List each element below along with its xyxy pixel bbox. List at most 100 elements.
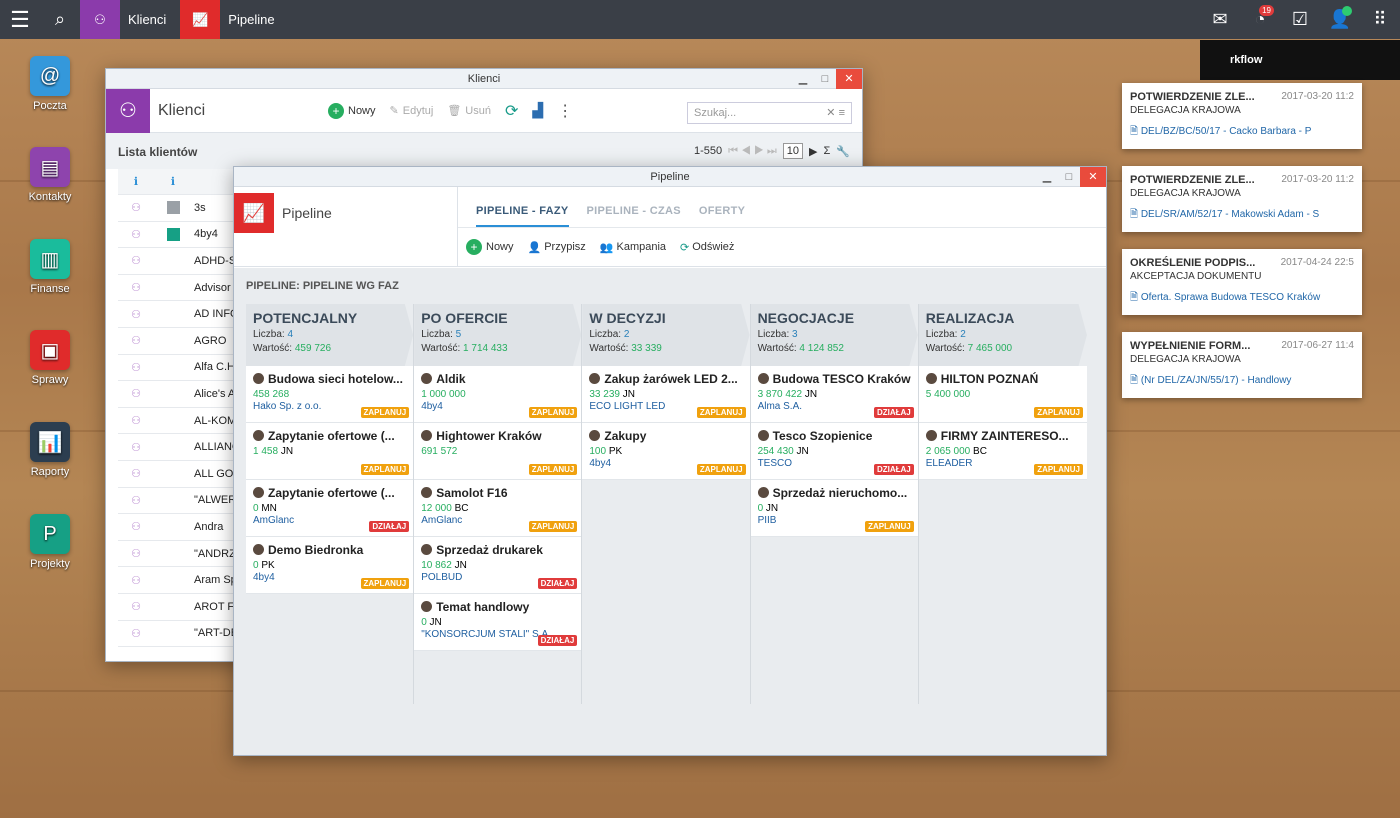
tab-oferty[interactable]: OFERTY bbox=[699, 205, 745, 227]
chart-icon[interactable]: ▟ bbox=[532, 102, 543, 119]
status-badge[interactable]: DZIAŁAJ bbox=[873, 407, 914, 418]
column-header: W DECYZJI Liczba: 2 Wartość: 33 339 bbox=[582, 304, 750, 366]
deal-amount: 0 bbox=[757, 503, 764, 514]
deal-unit: JN bbox=[454, 560, 467, 571]
sum-icon[interactable]: Σ bbox=[823, 145, 830, 157]
mail-icon[interactable]: ✉ bbox=[1200, 0, 1240, 39]
campaign-button[interactable]: 👥 Kampania bbox=[600, 241, 666, 254]
workflow-item[interactable]: POTWIERDZENIE ZLE... 2017-03-20 11:2 DELEG… bbox=[1122, 83, 1362, 149]
maximize-icon[interactable]: □ bbox=[814, 69, 836, 89]
refresh-icon[interactable]: ⟳ bbox=[505, 101, 518, 121]
deal-card[interactable]: Zakupy 100 PK 4by4 ZAPLANUJ bbox=[582, 423, 750, 480]
pipeline-titlebar[interactable]: Pipeline ▁ □ ✕ bbox=[234, 167, 1106, 187]
client-name: 4by4 bbox=[194, 228, 218, 241]
deal-card[interactable]: HILTON POZNAŃ 5 400 000 ZAPLANUJ bbox=[918, 366, 1087, 423]
deal-card[interactable]: Temat handlowy 0 JN "KONSORCJUM STALI" S.A… bbox=[414, 594, 582, 651]
status-badge[interactable]: DZIAŁAJ bbox=[369, 521, 410, 532]
more-options-icon[interactable]: ⋮ bbox=[557, 101, 573, 121]
desktop-poczta[interactable]: @ Poczta bbox=[20, 56, 80, 112]
deal-card[interactable]: Budowa TESCO Kraków 3 870 422 JN Alma S.A.… bbox=[750, 366, 918, 423]
wf-link[interactable]: 🗎 DEL/SR/AM/52/17 - Makowski Adam - S bbox=[1130, 207, 1354, 224]
status-badge[interactable]: ZAPLANUJ bbox=[360, 578, 410, 589]
wrench-icon[interactable]: 🔧 bbox=[836, 145, 850, 158]
deal-card[interactable]: Zapytanie ofertowe (... 0 MN AmGlanc DZIAŁA… bbox=[246, 480, 414, 537]
wf-link[interactable]: 🗎 DEL/BZ/BC/50/17 - Cacko Barbara - P bbox=[1130, 124, 1354, 141]
grid-menu-icon[interactable]: ⠿ bbox=[1360, 0, 1400, 39]
workflow-item[interactable]: OKREŚLENIE PODPIS... 2017-04-24 22:5 AKCEP… bbox=[1122, 249, 1362, 315]
count-label: Liczba: bbox=[925, 329, 958, 340]
taskbar-pipeline[interactable]: 📈 Pipeline bbox=[180, 0, 288, 39]
status-badge[interactable]: DZIAŁAJ bbox=[873, 464, 914, 475]
page-size-input[interactable]: 10 bbox=[782, 143, 804, 159]
status-badge[interactable]: ZAPLANUJ bbox=[360, 407, 410, 418]
deal-card[interactable]: Sprzedaż drukarek 10 862 JN POLBUD DZIAŁAJ bbox=[414, 537, 582, 594]
deal-card[interactable]: Hightower Kraków 691 572 ZAPLANUJ bbox=[414, 423, 582, 480]
taskbar-klienci[interactable]: ⚇ Klienci bbox=[80, 0, 180, 39]
wf-link[interactable]: 🗎 Oferta. Sprawa Budowa TESCO Kraków bbox=[1130, 290, 1354, 307]
client-icon: ⚇ bbox=[131, 308, 141, 321]
delete-button[interactable]: 🗑 Usuń bbox=[447, 104, 491, 118]
hamburger-menu-icon[interactable]: ☰ bbox=[0, 0, 40, 39]
wf-link[interactable]: 🗎 (Nr DEL/ZA/JN/55/17) - Handlowy bbox=[1130, 373, 1354, 390]
clear-icon[interactable]: ✕ ≡ bbox=[826, 106, 845, 119]
tab-pipeline-fazy[interactable]: PIPELINE - FAZY bbox=[476, 205, 569, 227]
user-status-icon[interactable]: 👤 bbox=[1320, 0, 1360, 39]
search-icon[interactable]: ⌕ bbox=[40, 0, 80, 39]
refresh-icon: ⟳ bbox=[680, 241, 690, 254]
close-icon[interactable]: ✕ bbox=[836, 69, 862, 89]
status-badge[interactable]: ZAPLANUJ bbox=[1034, 464, 1083, 475]
new-client-button[interactable]: + Nowy bbox=[328, 102, 376, 119]
deal-card[interactable]: Budowa sieci hotelow... 458 268 Hako Sp. … bbox=[246, 366, 414, 423]
deal-card[interactable]: Samolot F16 12 000 BC AmGlanc ZAPLANUJ bbox=[414, 480, 582, 537]
status-badge[interactable]: ZAPLANUJ bbox=[696, 407, 746, 418]
deal-card[interactable]: Zakup żarówek LED 2... 33 239 JN ECO LIGHT… bbox=[582, 366, 750, 423]
deal-card[interactable]: FIRMY ZAINTERESO... 2 065 000 BC ELEADER ZA… bbox=[918, 423, 1087, 480]
desktop-label: Finanse bbox=[30, 283, 70, 295]
workflow-item[interactable]: POTWIERDZENIE ZLE... 2017-03-20 11:2 DELEG… bbox=[1122, 166, 1362, 232]
desktop-kontakty[interactable]: ▤ Kontakty bbox=[20, 147, 80, 203]
deal-title: Zapytanie ofertowe (... bbox=[253, 486, 406, 500]
arrow-right-icon[interactable]: ▶ bbox=[809, 145, 817, 158]
deal-card[interactable]: Zapytanie ofertowe (... 1 458 JN ZAPLANUJ bbox=[246, 423, 414, 480]
status-badge[interactable]: ZAPLANUJ bbox=[528, 407, 578, 418]
status-badge[interactable]: DZIAŁAJ bbox=[537, 635, 578, 646]
tab-pipeline-czas[interactable]: PIPELINE - CZAS bbox=[587, 205, 681, 227]
desktop-finanse[interactable]: ▥ Finanse bbox=[20, 239, 80, 295]
feed-icon[interactable]: ◔ 19 bbox=[1240, 0, 1280, 39]
refresh-button[interactable]: ⟳ Odśwież bbox=[680, 241, 734, 254]
assign-button[interactable]: 👤 Przypisz bbox=[528, 241, 586, 254]
status-badge[interactable]: ZAPLANUJ bbox=[528, 521, 578, 532]
maximize-icon[interactable]: □ bbox=[1058, 167, 1080, 187]
deal-amount: 100 bbox=[589, 446, 607, 457]
klienci-titlebar[interactable]: Klienci ▁ □ ✕ bbox=[106, 69, 862, 89]
status-badge[interactable]: ZAPLANUJ bbox=[1034, 407, 1083, 418]
desktop-raporty[interactable]: 📊 Raporty bbox=[20, 422, 80, 478]
status-badge[interactable]: ZAPLANUJ bbox=[528, 464, 578, 475]
deal-card[interactable]: Tesco Szopienice 254 430 JN TESCO DZIAŁAJ bbox=[750, 423, 918, 480]
search-input[interactable]: Szukaj... ✕ ≡ bbox=[687, 102, 852, 124]
new-deal-button[interactable]: + Nowy bbox=[466, 239, 514, 255]
pager-arrows-icon[interactable]: ⏮ ◀ ▶ ⏭ bbox=[728, 145, 777, 158]
edit-button[interactable]: ✎ Edytuj bbox=[390, 104, 434, 118]
deal-title: Sprzedaż nieruchomo... bbox=[757, 486, 911, 500]
deal-card[interactable]: Aldik 1 000 000 4by4 ZAPLANUJ bbox=[414, 366, 582, 423]
desktop-projekty[interactable]: P Projekty bbox=[20, 514, 80, 570]
deal-title: Samolot F16 bbox=[421, 486, 574, 500]
status-badge[interactable]: ZAPLANUJ bbox=[865, 521, 914, 532]
projects-app-icon: P bbox=[30, 514, 70, 554]
client-icon: ⚇ bbox=[131, 415, 141, 428]
workflow-item[interactable]: WYPEŁNIENIE FORM... 2017-06-27 11:4 DELEGA… bbox=[1122, 332, 1362, 398]
minimize-icon[interactable]: ▁ bbox=[792, 69, 814, 89]
status-badge[interactable]: ZAPLANUJ bbox=[696, 464, 746, 475]
status-badge[interactable]: ZAPLANUJ bbox=[360, 464, 410, 475]
minimize-icon[interactable]: ▁ bbox=[1036, 167, 1058, 187]
calendar-icon[interactable]: ☑ bbox=[1280, 0, 1320, 39]
status-badge[interactable]: DZIAŁAJ bbox=[537, 578, 578, 589]
pipeline-app-icon: 📈 bbox=[180, 0, 221, 39]
desktop-sprawy[interactable]: ▣ Sprawy bbox=[20, 330, 80, 386]
deal-card[interactable]: Demo Biedronka 0 PK 4by4 ZAPLANUJ bbox=[246, 537, 414, 594]
close-icon[interactable]: ✕ bbox=[1080, 167, 1106, 187]
deal-card[interactable]: Sprzedaż nieruchomo... 0 JN PIIB ZAPLANUJ bbox=[750, 480, 918, 537]
client-name: Aram Sp bbox=[194, 574, 237, 587]
deal-unit: JN bbox=[765, 503, 779, 514]
